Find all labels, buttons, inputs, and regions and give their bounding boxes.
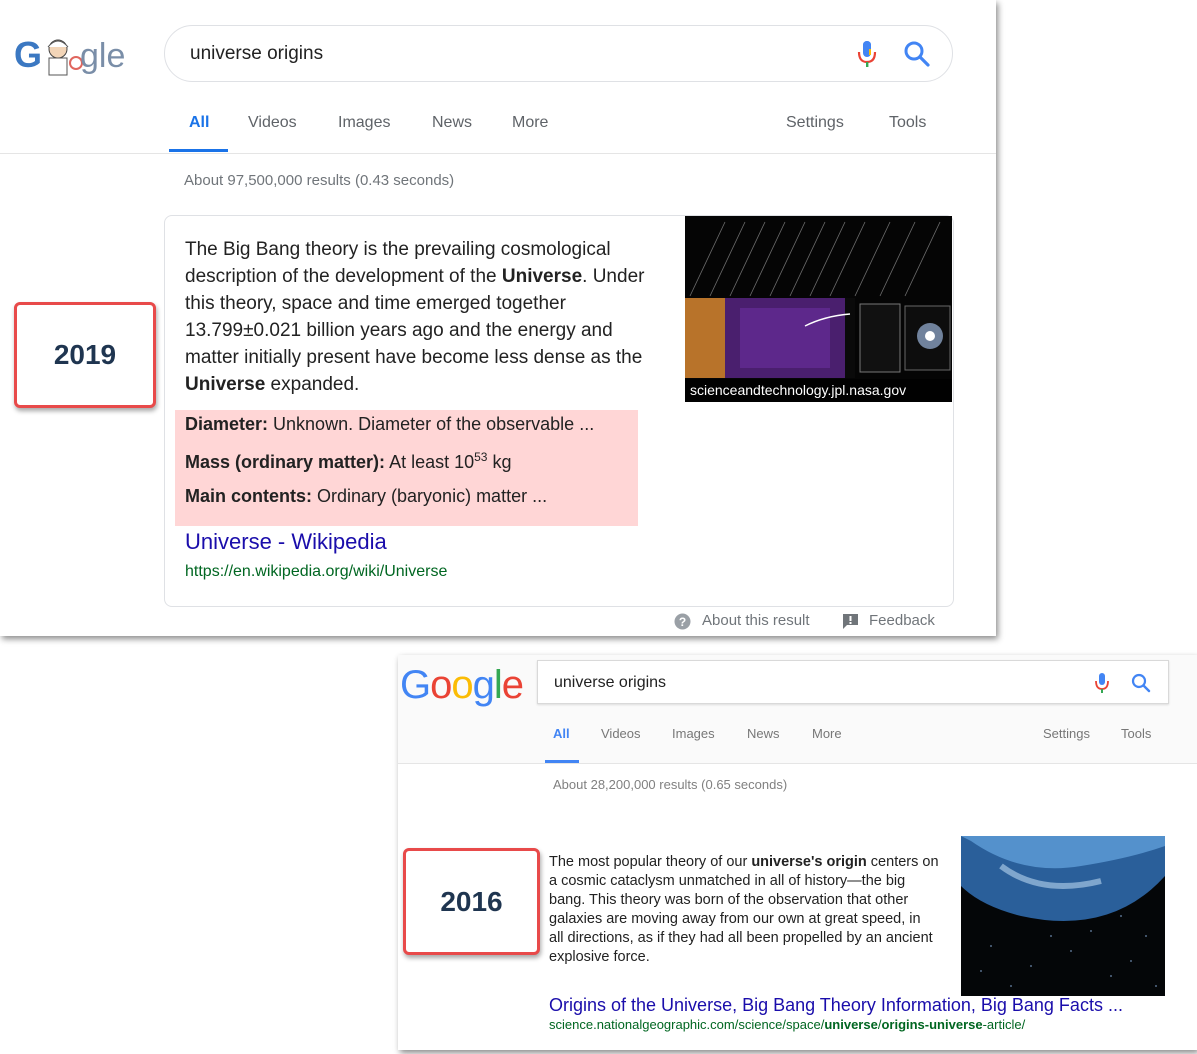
tab-tools[interactable]: Tools: [1121, 726, 1151, 741]
tab-tools[interactable]: Tools: [889, 114, 926, 132]
universe-timeline-image[interactable]: scienceandtechnology.jpl.nasa.gov: [685, 216, 952, 402]
feedback-icon[interactable]: [842, 613, 859, 630]
search-box[interactable]: universe origins: [164, 25, 953, 82]
fact-main-contents: Main contents: Ordinary (baryonic) matte…: [185, 486, 548, 506]
search-input[interactable]: universe origins: [190, 43, 323, 65]
svg-text:gle: gle: [80, 37, 125, 75]
svg-text:G: G: [14, 34, 42, 75]
active-tab-indicator: [169, 149, 228, 152]
search-input-2016[interactable]: universe origins: [554, 674, 666, 692]
year-label-2019: 2019: [14, 302, 156, 408]
header-divider: [0, 153, 996, 154]
result-stats: About 97,500,000 results (0.43 seconds): [184, 172, 455, 189]
tab-all[interactable]: All: [189, 114, 209, 132]
tab-more[interactable]: More: [512, 114, 548, 132]
earth-from-space-image[interactable]: [961, 836, 1165, 996]
tab-news[interactable]: News: [747, 726, 780, 741]
result-title-link[interactable]: Universe - Wikipedia: [185, 529, 387, 555]
result-url-2016[interactable]: science.nationalgeographic.com/science/s…: [549, 1017, 1025, 1032]
universe-timeline-graphic: [685, 221, 951, 378]
result-title-link-2016[interactable]: Origins of the Universe, Big Bang Theory…: [549, 995, 1123, 1016]
earth-graphic: [961, 836, 1165, 996]
tab-images[interactable]: Images: [672, 726, 715, 741]
search-box-2016[interactable]: universe origins: [537, 660, 1169, 704]
tab-videos[interactable]: Videos: [601, 726, 641, 741]
tab-videos[interactable]: Videos: [248, 114, 297, 132]
microphone-icon[interactable]: [1094, 672, 1110, 694]
result-url[interactable]: https://en.wikipedia.org/wiki/Universe: [185, 563, 447, 581]
result-stats-2016: About 28,200,000 results (0.65 seconds): [553, 777, 788, 792]
search-icon[interactable]: [1131, 673, 1151, 693]
help-icon[interactable]: ?: [674, 613, 691, 630]
feedback-link[interactable]: Feedback: [869, 612, 935, 629]
featured-snippet-text: The Big Bang theory is the prevailing co…: [185, 239, 645, 395]
google-doodle-logo[interactable]: G gle: [14, 33, 132, 77]
tab-news[interactable]: News: [432, 114, 472, 132]
about-this-result[interactable]: About this result: [702, 612, 810, 629]
tab-images[interactable]: Images: [338, 114, 390, 132]
featured-snippet-text-2016: The most popular theory of our universe'…: [549, 854, 939, 965]
search-icon[interactable]: [903, 40, 931, 68]
active-tab-indicator: [545, 760, 579, 763]
tab-all[interactable]: All: [553, 726, 570, 741]
fact-mass: Mass (ordinary matter): At least 1053 kg: [185, 450, 512, 472]
microphone-icon[interactable]: [855, 39, 879, 69]
tab-settings[interactable]: Settings: [1043, 726, 1090, 741]
svg-text:?: ?: [679, 615, 686, 629]
google-logo[interactable]: Google: [400, 663, 524, 708]
image-source-caption[interactable]: scienceandtechnology.jpl.nasa.gov: [685, 379, 952, 402]
year-label-2016: 2016: [403, 848, 540, 955]
tab-more[interactable]: More: [812, 726, 842, 741]
tab-settings[interactable]: Settings: [786, 114, 844, 132]
fact-diameter: Diameter: Unknown. Diameter of the obser…: [185, 414, 595, 434]
